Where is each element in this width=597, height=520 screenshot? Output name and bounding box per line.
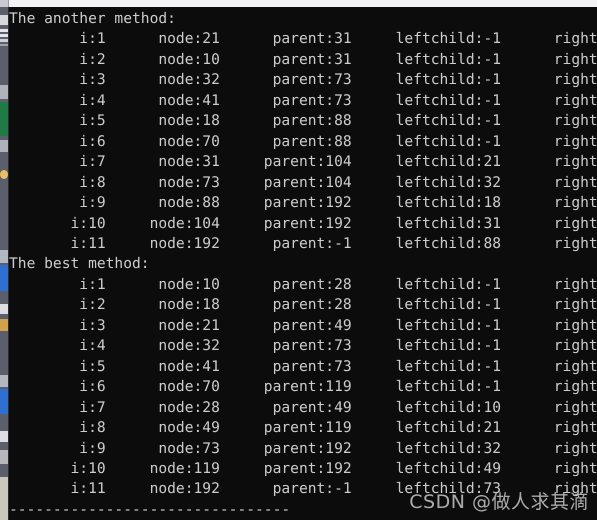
console-text: The another method: i:1 node:21 parent:3… <box>9 10 597 518</box>
sliver-decoration <box>0 44 8 46</box>
screenshot-root: The another method: i:1 node:21 parent:3… <box>0 0 597 520</box>
sliver-decoration <box>0 477 8 520</box>
sliver-scroll-marker[interactable] <box>0 140 8 152</box>
sliver-decoration <box>0 15 8 25</box>
sliver-scroll-marker[interactable] <box>0 375 8 387</box>
sliver-highlight-blue <box>0 265 8 291</box>
sliver-scroll-marker[interactable] <box>0 250 8 263</box>
sliver-decoration <box>0 29 8 32</box>
sliver-decoration <box>0 450 8 464</box>
sliver-highlight-blue <box>0 389 8 414</box>
background-window-top-strip <box>0 0 597 7</box>
background-window-tab <box>0 0 9 7</box>
background-editor-sliver <box>0 7 9 520</box>
sliver-decoration <box>0 39 8 42</box>
sliver-highlight-green <box>0 102 8 136</box>
sliver-decoration <box>0 34 8 37</box>
sliver-scroll-marker[interactable] <box>0 85 8 99</box>
sliver-decoration <box>0 319 8 331</box>
sliver-decoration <box>0 431 8 442</box>
console-output-area[interactable]: The another method: i:1 node:21 parent:3… <box>9 7 597 520</box>
sliver-decoration <box>0 304 8 314</box>
sliver-icon <box>0 170 8 179</box>
